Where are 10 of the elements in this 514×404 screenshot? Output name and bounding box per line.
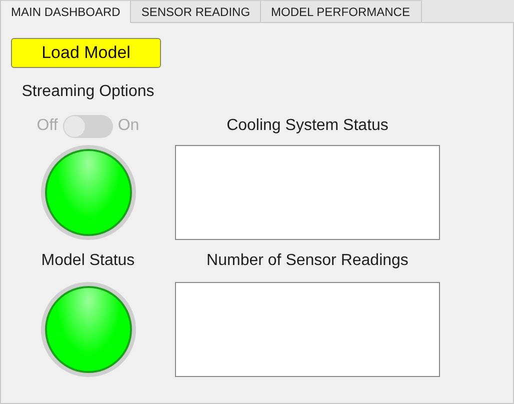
lamp-label: Model Status: [41, 252, 135, 270]
tab[interactable]: MODEL PERFORMANCE: [261, 0, 422, 22]
section-label: Streaming Options: [22, 83, 154, 101]
tab[interactable]: MAIN DASHBOARD: [0, 0, 132, 24]
switch-label: On: [118, 117, 140, 135]
load-model-button[interactable]: Load Model: [11, 38, 161, 68]
field-label: Number of Sensor Readings: [206, 252, 408, 270]
field-label: Cooling System Status: [226, 117, 388, 135]
tab[interactable]: SENSOR READING: [131, 0, 262, 22]
switch-label: Off: [36, 117, 58, 135]
